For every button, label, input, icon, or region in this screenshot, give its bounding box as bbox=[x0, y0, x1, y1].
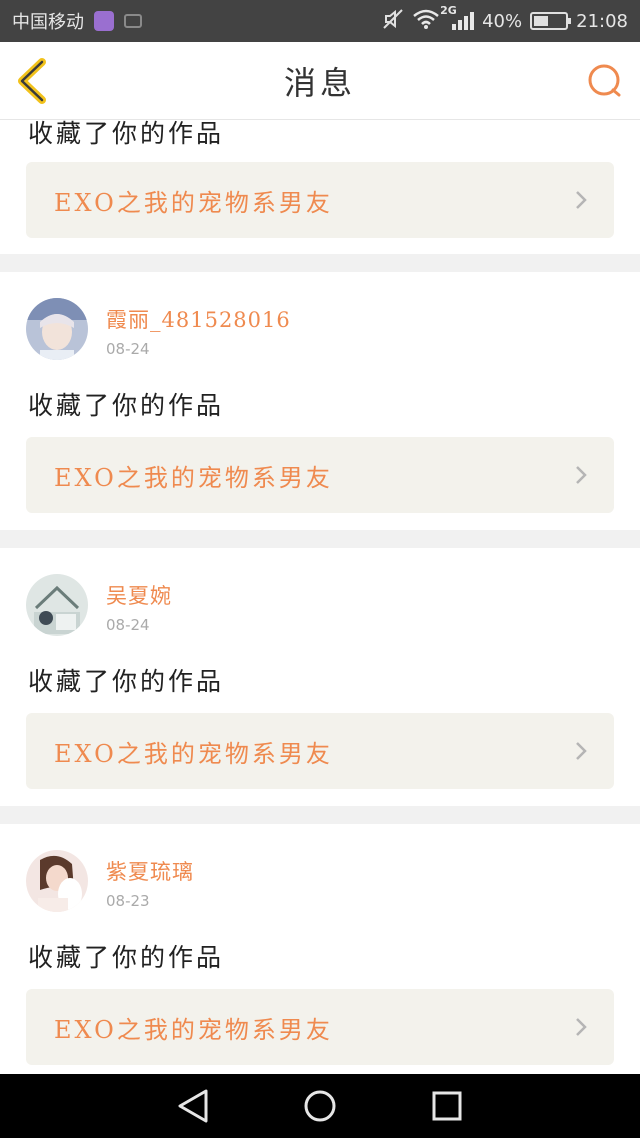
chevron-left-icon bbox=[18, 58, 46, 104]
avatar[interactable] bbox=[26, 850, 88, 912]
search-icon bbox=[588, 64, 621, 97]
network-type: 2G bbox=[440, 4, 457, 17]
system-nav-bar bbox=[0, 1074, 640, 1138]
carrier-label: 中国移动 bbox=[12, 12, 84, 33]
timestamp: 08-23 bbox=[106, 892, 150, 910]
gallery-notification-icon bbox=[94, 11, 114, 31]
user-name[interactable]: 吴夏婉 bbox=[106, 580, 172, 610]
mute-icon bbox=[382, 8, 404, 35]
action-text: 收藏了你的作品 bbox=[28, 943, 225, 972]
list-item: 吴夏婉 08-24 收藏了你的作品 EXO之我的宠物系男友 bbox=[0, 548, 640, 806]
recents-square-icon bbox=[432, 1091, 462, 1121]
avatar[interactable] bbox=[26, 298, 88, 360]
chevron-right-icon bbox=[576, 466, 587, 484]
app-header: 消息 bbox=[0, 42, 640, 120]
chevron-right-icon bbox=[576, 191, 587, 209]
list-item: 紫夏琉璃 08-23 收藏了你的作品 EXO之我的宠物系男友 bbox=[0, 824, 640, 1074]
timestamp: 08-24 bbox=[106, 340, 150, 358]
nav-back-button[interactable] bbox=[173, 1086, 213, 1126]
work-title: EXO之我的宠物系男友 bbox=[54, 188, 333, 217]
back-triangle-icon bbox=[178, 1089, 208, 1123]
chevron-right-icon bbox=[576, 1018, 587, 1036]
home-circle-icon bbox=[304, 1090, 336, 1122]
user-name[interactable]: 紫夏琉璃 bbox=[106, 856, 194, 886]
work-link[interactable]: EXO之我的宠物系男友 bbox=[26, 713, 614, 789]
list-item: 收藏了你的作品 EXO之我的宠物系男友 bbox=[0, 120, 640, 254]
back-button[interactable] bbox=[14, 58, 54, 104]
work-title: EXO之我的宠物系男友 bbox=[54, 463, 333, 492]
status-bar: 中国移动 2G 40% 21:08 bbox=[0, 0, 640, 42]
nav-home-button[interactable] bbox=[300, 1086, 340, 1126]
work-link[interactable]: EXO之我的宠物系男友 bbox=[26, 162, 614, 238]
avatar[interactable] bbox=[26, 574, 88, 636]
work-title: EXO之我的宠物系男友 bbox=[54, 1015, 333, 1044]
work-link[interactable]: EXO之我的宠物系男友 bbox=[26, 437, 614, 513]
battery-percent: 40% bbox=[482, 10, 523, 32]
work-link[interactable]: EXO之我的宠物系男友 bbox=[26, 989, 614, 1065]
page-title: 消息 bbox=[283, 63, 356, 102]
user-name[interactable]: 霞丽_481528016 bbox=[106, 304, 291, 334]
battery-icon bbox=[530, 12, 572, 30]
clock: 21:08 bbox=[576, 10, 628, 32]
action-text: 收藏了你的作品 bbox=[28, 120, 225, 148]
action-text: 收藏了你的作品 bbox=[28, 391, 225, 420]
chevron-right-icon bbox=[576, 742, 587, 760]
nav-recents-button[interactable] bbox=[427, 1086, 467, 1126]
work-title: EXO之我的宠物系男友 bbox=[54, 739, 333, 768]
message-list[interactable]: 收藏了你的作品 EXO之我的宠物系男友 霞丽_481528016 08-24 收… bbox=[0, 120, 640, 1074]
app-notification-icon bbox=[124, 14, 142, 28]
action-text: 收藏了你的作品 bbox=[28, 667, 225, 696]
cell-signal-icon: 2G bbox=[440, 4, 475, 30]
timestamp: 08-24 bbox=[106, 616, 150, 634]
wifi-icon bbox=[412, 8, 440, 35]
list-item: 霞丽_481528016 08-24 收藏了你的作品 EXO之我的宠物系男友 bbox=[0, 272, 640, 530]
search-button[interactable] bbox=[586, 62, 624, 100]
